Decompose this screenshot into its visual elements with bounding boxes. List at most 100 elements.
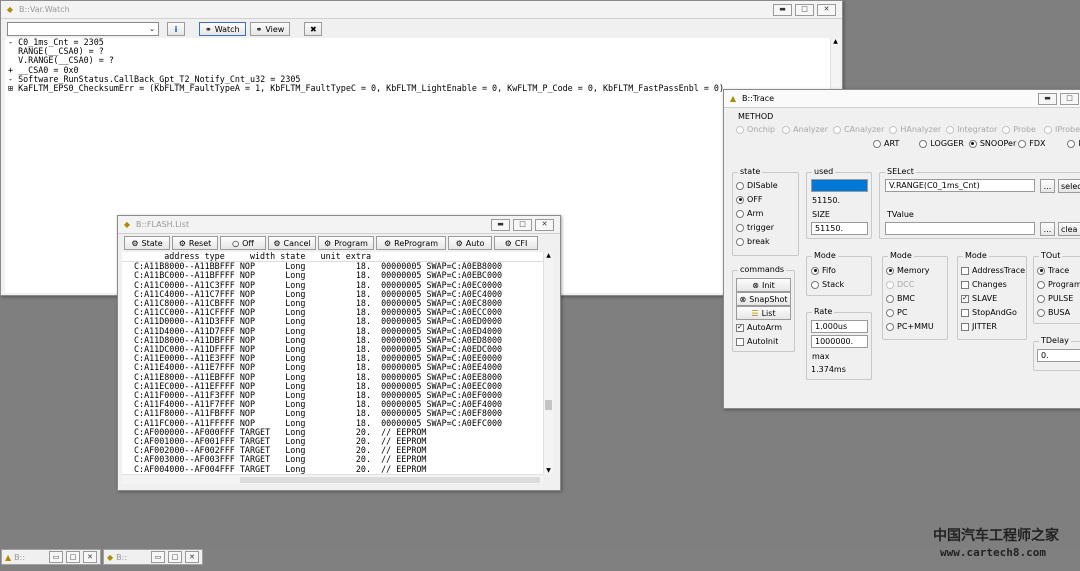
flash-vertical-scrollbar[interactable]: ▲ ▼ bbox=[543, 252, 553, 474]
state-disable-label: DISable bbox=[747, 181, 778, 190]
radio-tout-trace[interactable] bbox=[1037, 266, 1045, 275]
radio-disable[interactable] bbox=[736, 181, 744, 190]
tvalue-input[interactable] bbox=[885, 222, 1035, 235]
minimize-button[interactable]: ▬ bbox=[773, 3, 792, 16]
reset-button[interactable]: ⚙ Reset bbox=[172, 236, 218, 250]
radio-stack[interactable] bbox=[811, 280, 819, 289]
addresstrace-checkbox[interactable] bbox=[961, 266, 969, 275]
flash-hscroll-thumb[interactable] bbox=[240, 477, 540, 483]
used-progress-fill bbox=[812, 180, 867, 191]
maximize-button[interactable]: □ bbox=[795, 3, 814, 16]
close-button[interactable]: ✕ bbox=[185, 551, 199, 563]
tout-trace-label: Trace bbox=[1048, 266, 1070, 275]
flash-scroll-thumb[interactable] bbox=[545, 400, 552, 410]
radio-snooper[interactable] bbox=[968, 139, 977, 148]
flash-list-titlebar[interactable]: ◆ B::FLASH.List ▬ □ ✕ bbox=[118, 216, 560, 234]
minimized-window-2[interactable]: ◆ B:: ▭ □ ✕ bbox=[103, 549, 203, 565]
radio-no[interactable] bbox=[1067, 139, 1076, 148]
watch-expression-dropdown[interactable]: ⌄ bbox=[7, 22, 159, 36]
radio-analyzer[interactable] bbox=[782, 125, 791, 134]
radio-pc-mmu[interactable] bbox=[886, 322, 894, 331]
radio-tout-pulse[interactable] bbox=[1037, 294, 1045, 303]
reprogram-button[interactable]: ⚙ ReProgram bbox=[376, 236, 446, 250]
radio-arm[interactable] bbox=[736, 209, 744, 218]
radio-trigger[interactable] bbox=[736, 223, 744, 232]
autoinit-checkbox[interactable] bbox=[736, 337, 744, 346]
radio-bmc[interactable] bbox=[886, 294, 894, 303]
maximize-button[interactable]: □ bbox=[1060, 92, 1079, 105]
slave-checkbox[interactable]: ✓ bbox=[961, 294, 969, 303]
select-browse-button[interactable]: ... bbox=[1040, 179, 1055, 193]
tdelay-input[interactable]: 0. bbox=[1037, 349, 1080, 362]
method-art-label: ART bbox=[884, 139, 900, 148]
view-button-label: View bbox=[265, 24, 285, 34]
minimize-button[interactable]: ▬ bbox=[491, 218, 510, 231]
radio-break[interactable] bbox=[736, 237, 744, 246]
restore-button[interactable]: ▭ bbox=[49, 551, 63, 563]
autoarm-checkbox[interactable]: ✓ bbox=[736, 323, 744, 332]
radio-integrator[interactable] bbox=[946, 125, 955, 134]
view-button[interactable]: ⚭ View bbox=[249, 22, 291, 36]
method-canalyzer-label: CAnalyzer bbox=[843, 125, 885, 134]
close-button[interactable]: ✕ bbox=[535, 218, 554, 231]
radio-dcc[interactable] bbox=[886, 280, 894, 289]
reprogram-button-label: ReProgram bbox=[394, 238, 439, 248]
rate-count-input[interactable]: 1000000. bbox=[811, 335, 868, 348]
clear-button[interactable]: clea bbox=[1058, 222, 1080, 236]
flash-horizontal-scrollbar[interactable] bbox=[122, 474, 543, 484]
changes-checkbox[interactable] bbox=[961, 280, 969, 289]
radio-canalyzer[interactable] bbox=[832, 125, 841, 134]
info-button[interactable]: i bbox=[167, 22, 185, 36]
watch-line[interactable]: ⊞ KaFLTM_EPS0_ChecksumErr = (KbFLTM_Faul… bbox=[5, 83, 830, 93]
radio-fifo[interactable] bbox=[811, 266, 819, 275]
minimized-window-1[interactable]: ▲ B:: ▭ □ ✕ bbox=[1, 549, 101, 565]
program-button[interactable]: ⚙ Program bbox=[318, 236, 374, 250]
auto-button[interactable]: ⚙ Auto bbox=[448, 236, 492, 250]
state-button[interactable]: ⚙ State bbox=[124, 236, 170, 250]
close-button[interactable]: ✕ bbox=[83, 551, 97, 563]
radio-off[interactable] bbox=[736, 195, 744, 204]
radio-memory[interactable] bbox=[886, 266, 894, 275]
init-button[interactable]: ⊗ Init bbox=[736, 278, 791, 292]
watch-button[interactable]: ⚭ Watch bbox=[199, 22, 246, 36]
trace-titlebar[interactable]: ▲ B::Trace ▬ □ bbox=[724, 90, 1080, 108]
radio-probe[interactable] bbox=[1002, 125, 1011, 134]
restore-button[interactable]: ▭ bbox=[151, 551, 165, 563]
watermark-cn: 中国汽车工程师之家 bbox=[933, 528, 1059, 544]
stopandgo-checkbox[interactable] bbox=[961, 308, 969, 317]
var-watch-titlebar[interactable]: ◆ B::Var.Watch ▬ □ ✕ bbox=[1, 1, 842, 19]
radio-logger[interactable] bbox=[919, 139, 928, 148]
size-input[interactable]: 51150. bbox=[811, 222, 868, 235]
watch-line[interactable]: V.RANGE(__CSA0) = ? bbox=[5, 56, 830, 65]
cancel-button[interactable]: ⚙ Cancel bbox=[268, 236, 316, 250]
minimize-button[interactable]: ▬ bbox=[1038, 92, 1057, 105]
radio-tout-busa[interactable] bbox=[1037, 308, 1045, 317]
cfi-button[interactable]: ⚙ CFI bbox=[494, 236, 538, 250]
radio-art[interactable] bbox=[873, 139, 881, 148]
watch-line[interactable]: - C0_1ms_Cnt = 2305 bbox=[5, 37, 830, 47]
state-trigger-label: trigger bbox=[747, 223, 775, 232]
maximize-button[interactable]: □ bbox=[513, 218, 532, 231]
close-button[interactable]: ✕ bbox=[817, 3, 836, 16]
flash-list-window: ◆ B::FLASH.List ▬ □ ✕ ⚙ State ⚙ Reset ○ Off… bbox=[117, 215, 561, 491]
jitter-checkbox[interactable] bbox=[961, 322, 969, 331]
rate-input[interactable]: 1.000us bbox=[811, 320, 868, 333]
radio-tout-program[interactable] bbox=[1037, 280, 1045, 289]
tvalue-browse-button[interactable]: ... bbox=[1040, 222, 1055, 236]
tools-button[interactable]: ✖ bbox=[304, 22, 323, 36]
radio-fdx[interactable] bbox=[1018, 139, 1027, 148]
radio-hanalyzer[interactable] bbox=[889, 125, 898, 134]
select-button[interactable]: selec bbox=[1058, 179, 1080, 193]
radio-onchip[interactable] bbox=[736, 125, 744, 134]
radio-iprobe[interactable] bbox=[1043, 125, 1052, 134]
list-button[interactable]: ☰ List bbox=[736, 306, 791, 320]
maximize-button[interactable]: □ bbox=[66, 551, 80, 563]
off-button[interactable]: ○ Off bbox=[220, 236, 266, 250]
auto-button-label: Auto bbox=[465, 238, 485, 248]
select-input[interactable]: V.RANGE(C0_1ms_Cnt) bbox=[885, 179, 1035, 192]
mode-fifo-label: Fifo bbox=[822, 266, 836, 275]
watch-line[interactable]: RANGE(__CSA0) = ? bbox=[5, 46, 830, 56]
maximize-button[interactable]: □ bbox=[168, 551, 182, 563]
snapshot-button[interactable]: ⊗ SnapShot bbox=[736, 292, 791, 306]
radio-pc[interactable] bbox=[886, 308, 894, 317]
